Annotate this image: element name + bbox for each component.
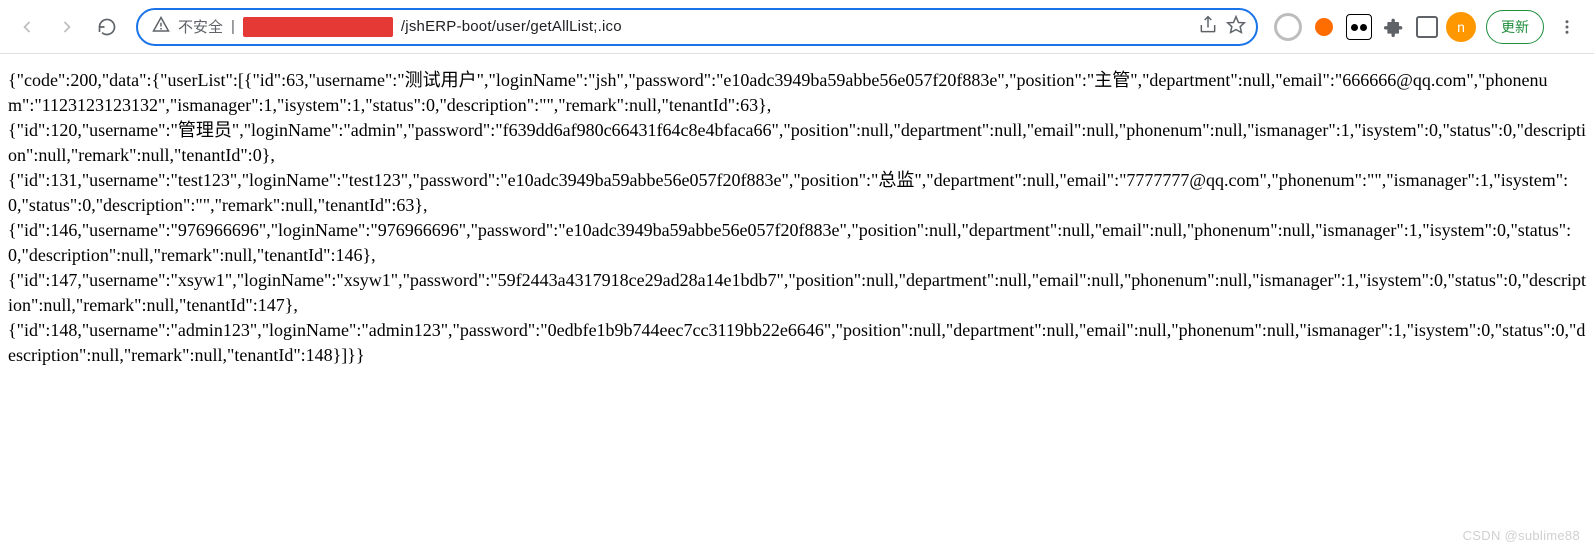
profile-avatar[interactable]: n: [1446, 12, 1476, 42]
forward-button[interactable]: [50, 10, 84, 44]
not-secure-icon: [152, 16, 170, 38]
redacted-host: [243, 17, 393, 37]
back-button[interactable]: [10, 10, 44, 44]
extensions-menu-icon[interactable]: [1380, 13, 1408, 41]
extensions-row: n: [1270, 12, 1480, 42]
watermark: CSDN @sublime88: [1463, 528, 1580, 543]
address-bar[interactable]: 不安全 | /jshERP-boot/user/getAllList;.ico: [136, 8, 1258, 46]
url-path: /jshERP-boot/user/getAllList;.ico: [401, 18, 1190, 35]
update-label: 更新: [1501, 17, 1529, 37]
extension-icon-4[interactable]: [1416, 16, 1438, 38]
bookmark-icon[interactable]: [1226, 15, 1246, 39]
response-body: {"code":200,"data":{"userList":[{"id":63…: [0, 54, 1594, 368]
extension-icon-3[interactable]: [1346, 14, 1372, 40]
chrome-menu-icon[interactable]: [1550, 18, 1584, 36]
browser-toolbar: 不安全 | /jshERP-boot/user/getAllList;.ico …: [0, 0, 1594, 54]
share-icon[interactable]: [1198, 15, 1218, 39]
reload-button[interactable]: [90, 10, 124, 44]
extension-icon-1[interactable]: [1274, 13, 1302, 41]
not-secure-label: 不安全: [178, 16, 223, 37]
update-button[interactable]: 更新: [1486, 10, 1544, 44]
extension-icon-2[interactable]: [1310, 13, 1338, 41]
avatar-letter: n: [1457, 19, 1465, 35]
